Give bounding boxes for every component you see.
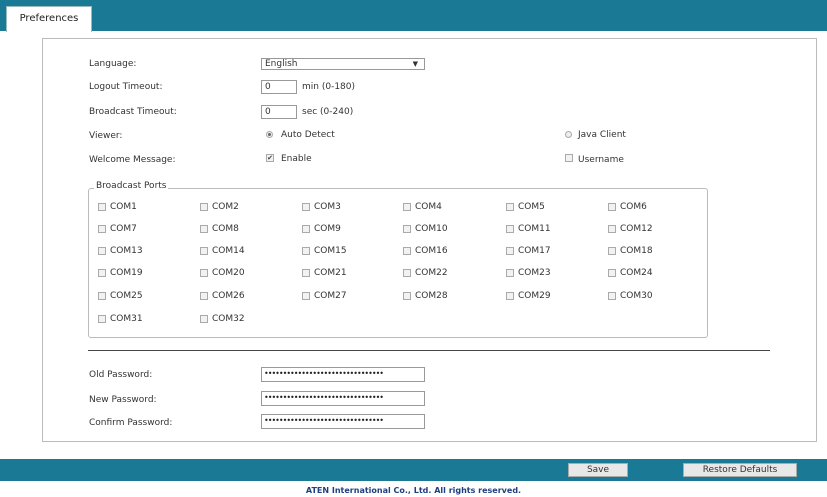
- new-password-input[interactable]: ••••••••••••••••••••••••••••••••: [261, 391, 425, 406]
- confirm-password-input[interactable]: ••••••••••••••••••••••••••••••••: [261, 414, 425, 429]
- port-checkbox[interactable]: [403, 225, 411, 233]
- port-checkbox[interactable]: [608, 247, 616, 255]
- port-label: COM19: [110, 268, 143, 278]
- port-checkbox[interactable]: [200, 247, 208, 255]
- port-label: COM18: [620, 246, 653, 256]
- logout-timeout-input[interactable]: [261, 80, 297, 94]
- viewer-auto-detect-radio[interactable]: [266, 131, 273, 138]
- port-checkbox[interactable]: [506, 225, 514, 233]
- copyright-footer: ATEN International Co., Ltd. All rights …: [305, 486, 522, 495]
- broadcast-timeout-label: Broadcast Timeout:: [89, 107, 177, 117]
- logout-timeout-unit: min (0-180): [302, 82, 356, 92]
- port-label: COM21: [314, 268, 347, 278]
- port-label: COM12: [620, 224, 653, 234]
- confirm-password-label: Confirm Password:: [89, 418, 173, 428]
- welcome-enable-label: Enable: [281, 154, 312, 164]
- broadcast-ports-legend: Broadcast Ports: [94, 181, 169, 191]
- port-checkbox[interactable]: [302, 292, 310, 300]
- port-label: COM29: [518, 291, 551, 301]
- port-label: COM4: [415, 202, 442, 212]
- welcome-message-label: Welcome Message:: [89, 155, 176, 165]
- port-label: COM15: [314, 246, 347, 256]
- port-checkbox[interactable]: [200, 269, 208, 277]
- port-label: COM10: [415, 224, 448, 234]
- port-label: COM11: [518, 224, 551, 234]
- port-checkbox[interactable]: [302, 203, 310, 211]
- port-label: COM20: [212, 268, 245, 278]
- port-label: COM9: [314, 224, 341, 234]
- port-label: COM31: [110, 314, 143, 324]
- port-checkbox[interactable]: [608, 203, 616, 211]
- port-checkbox[interactable]: [302, 225, 310, 233]
- port-checkbox[interactable]: [403, 269, 411, 277]
- port-checkbox[interactable]: [200, 292, 208, 300]
- port-label: COM1: [110, 202, 137, 212]
- port-checkbox[interactable]: [506, 292, 514, 300]
- language-value: English: [265, 59, 298, 69]
- port-label: COM25: [110, 291, 143, 301]
- port-label: COM17: [518, 246, 551, 256]
- new-password-label: New Password:: [89, 395, 157, 405]
- port-checkbox[interactable]: [200, 203, 208, 211]
- viewer-label: Viewer:: [89, 131, 123, 141]
- viewer-java-client-label: Java Client: [578, 130, 626, 140]
- port-checkbox[interactable]: [98, 315, 106, 323]
- tab-preferences[interactable]: Preferences: [6, 6, 92, 32]
- port-checkbox[interactable]: [403, 292, 411, 300]
- port-checkbox[interactable]: [506, 269, 514, 277]
- welcome-username-checkbox[interactable]: [565, 154, 573, 162]
- viewer-auto-detect-label: Auto Detect: [281, 130, 335, 140]
- port-checkbox[interactable]: [608, 269, 616, 277]
- port-checkbox[interactable]: [200, 225, 208, 233]
- port-label: COM8: [212, 224, 239, 234]
- port-checkbox[interactable]: [98, 225, 106, 233]
- logout-timeout-label: Logout Timeout:: [89, 82, 163, 92]
- port-checkbox[interactable]: [506, 247, 514, 255]
- port-label: COM5: [518, 202, 545, 212]
- restore-defaults-button[interactable]: Restore Defaults: [683, 463, 797, 477]
- language-select[interactable]: English ▼: [261, 58, 425, 70]
- section-divider: [88, 350, 770, 351]
- port-label: COM13: [110, 246, 143, 256]
- port-checkbox[interactable]: [506, 203, 514, 211]
- port-checkbox[interactable]: [608, 292, 616, 300]
- port-checkbox[interactable]: [403, 203, 411, 211]
- port-checkbox[interactable]: [403, 247, 411, 255]
- port-checkbox[interactable]: [98, 247, 106, 255]
- port-label: COM24: [620, 268, 653, 278]
- port-checkbox[interactable]: [98, 269, 106, 277]
- viewer-java-client-radio[interactable]: [565, 131, 572, 138]
- port-checkbox[interactable]: [302, 269, 310, 277]
- port-checkbox[interactable]: [302, 247, 310, 255]
- port-label: COM30: [620, 291, 653, 301]
- port-label: COM16: [415, 246, 448, 256]
- port-label: COM3: [314, 202, 341, 212]
- port-label: COM26: [212, 291, 245, 301]
- port-label: COM23: [518, 268, 551, 278]
- save-button[interactable]: Save: [568, 463, 628, 477]
- welcome-enable-checkbox[interactable]: ✔: [266, 154, 274, 162]
- port-checkbox[interactable]: [200, 315, 208, 323]
- port-label: COM28: [415, 291, 448, 301]
- broadcast-timeout-unit: sec (0-240): [302, 107, 354, 117]
- welcome-username-label: Username: [578, 155, 624, 165]
- port-label: COM7: [110, 224, 137, 234]
- port-label: COM14: [212, 246, 245, 256]
- port-label: COM6: [620, 202, 647, 212]
- broadcast-timeout-input[interactable]: [261, 105, 297, 119]
- port-label: COM22: [415, 268, 448, 278]
- port-checkbox[interactable]: [608, 225, 616, 233]
- old-password-label: Old Password:: [89, 370, 153, 380]
- old-password-input[interactable]: ••••••••••••••••••••••••••••••••: [261, 367, 425, 382]
- port-label: COM2: [212, 202, 239, 212]
- port-label: COM32: [212, 314, 245, 324]
- dropdown-arrow-icon: ▼: [412, 60, 418, 68]
- port-label: COM27: [314, 291, 347, 301]
- top-bar: [0, 0, 827, 31]
- port-checkbox[interactable]: [98, 292, 106, 300]
- port-checkbox[interactable]: [98, 203, 106, 211]
- language-label: Language:: [89, 59, 137, 69]
